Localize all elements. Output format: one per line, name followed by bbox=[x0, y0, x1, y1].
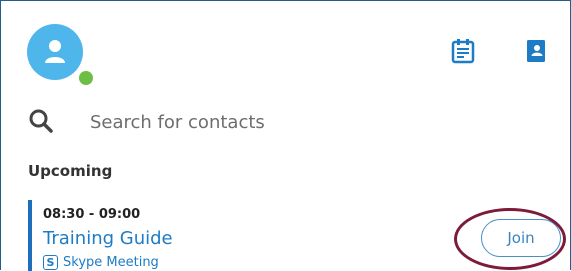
contacts-book-icon[interactable] bbox=[526, 38, 546, 68]
meeting-item[interactable]: 08:30 - 09:00 Training Guide S Skype Mee… bbox=[28, 200, 548, 271]
skype-icon: S bbox=[43, 255, 58, 270]
presence-indicator bbox=[76, 68, 96, 88]
join-button[interactable]: Join bbox=[481, 219, 561, 257]
search-input[interactable] bbox=[88, 106, 512, 138]
section-heading-upcoming: Upcoming bbox=[28, 162, 113, 180]
meeting-title[interactable]: Training Guide bbox=[43, 228, 173, 249]
user-silhouette-icon bbox=[45, 40, 65, 63]
search-icon bbox=[29, 109, 53, 133]
calendar-icon[interactable] bbox=[451, 38, 475, 68]
meeting-type-label: Skype Meeting bbox=[63, 255, 159, 270]
meeting-time: 08:30 - 09:00 bbox=[43, 207, 141, 222]
avatar[interactable] bbox=[27, 24, 83, 80]
search-bar[interactable] bbox=[28, 104, 548, 140]
meeting-type: S Skype Meeting bbox=[43, 255, 159, 270]
meeting-accent-bar bbox=[28, 200, 32, 271]
